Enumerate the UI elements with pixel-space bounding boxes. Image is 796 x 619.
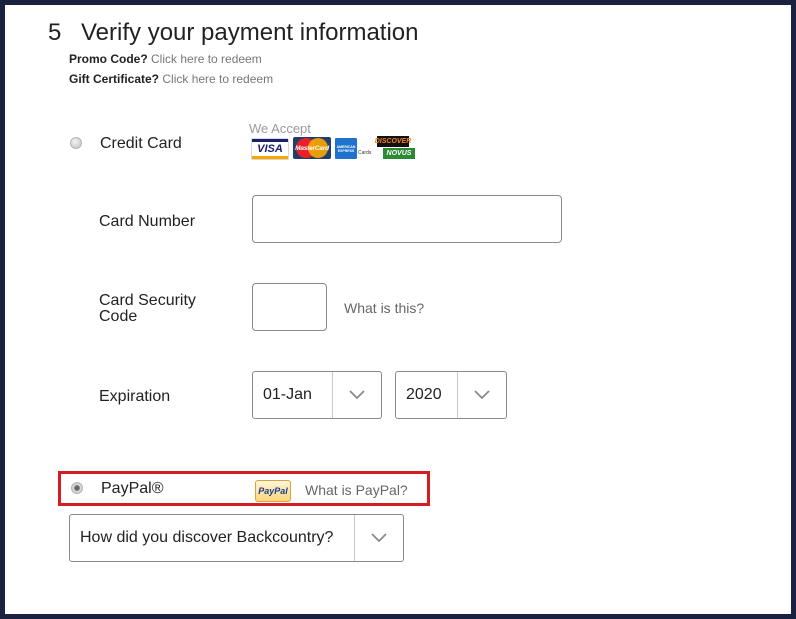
credit-card-radio[interactable] (70, 137, 82, 149)
expiration-month-select[interactable]: 01-Jan (252, 371, 382, 419)
expiration-label: Expiration (99, 388, 171, 405)
gift-certificate-row: Gift Certificate? Click here to redeem (69, 72, 273, 86)
promo-code-label: Promo Code? (69, 52, 148, 66)
mastercard-text: MasterCard (295, 144, 329, 152)
mastercard-logo: MasterCard (293, 137, 331, 159)
amex-text: AMERICAN EXPRESS (336, 144, 356, 153)
step-title: Verify your payment information (81, 19, 419, 46)
expiration-year-select[interactable]: 2020 (395, 371, 507, 419)
card-number-label: Card Number (99, 213, 196, 230)
expiration-year-value: 2020 (406, 386, 442, 403)
visa-logo: VISA (251, 138, 289, 160)
card-security-code-input[interactable] (252, 283, 327, 331)
step-number: 5 (48, 19, 62, 46)
gift-certificate-link[interactable]: Click here to redeem (162, 72, 273, 86)
chevron-down-icon (457, 372, 506, 418)
what-is-paypal-link[interactable]: What is PayPal? (305, 482, 408, 498)
discover-source-select[interactable]: How did you discover Backcountry? (69, 514, 404, 562)
payment-panel: 5 Verify your payment information Promo … (5, 5, 791, 614)
amex-logo: AMERICAN EXPRESS (335, 138, 357, 159)
paypal-logo: PayPal (255, 480, 291, 502)
amex-cards-text: Cards (358, 150, 372, 156)
promo-code-row: Promo Code? Click here to redeem (69, 52, 262, 66)
card-security-code-label: Card Security Code (99, 292, 196, 325)
card-number-input[interactable] (252, 195, 562, 243)
credit-card-option-label[interactable]: Credit Card (100, 135, 182, 153)
novus-text: NOVUS (386, 150, 412, 157)
promo-code-link[interactable]: Click here to redeem (151, 52, 262, 66)
paypal-logo-text: PayPal (258, 486, 288, 496)
paypal-radio[interactable] (71, 482, 83, 494)
paypal-option-label[interactable]: PayPal® (101, 480, 163, 498)
gift-certificate-label: Gift Certificate? (69, 72, 160, 86)
visa-text: VISA (257, 143, 283, 155)
discover-novus-logo: DISCOVER NOVUS (374, 136, 415, 160)
discover-text: DISCOVER (374, 138, 412, 145)
chevron-down-icon (354, 515, 403, 561)
what-is-this-link[interactable]: What is this? (344, 300, 424, 316)
expiration-month-value: 01-Jan (263, 386, 312, 403)
chevron-down-icon (332, 372, 381, 418)
we-accept-label: We Accept (249, 121, 311, 136)
discover-source-value: How did you discover Backcountry? (80, 529, 334, 546)
